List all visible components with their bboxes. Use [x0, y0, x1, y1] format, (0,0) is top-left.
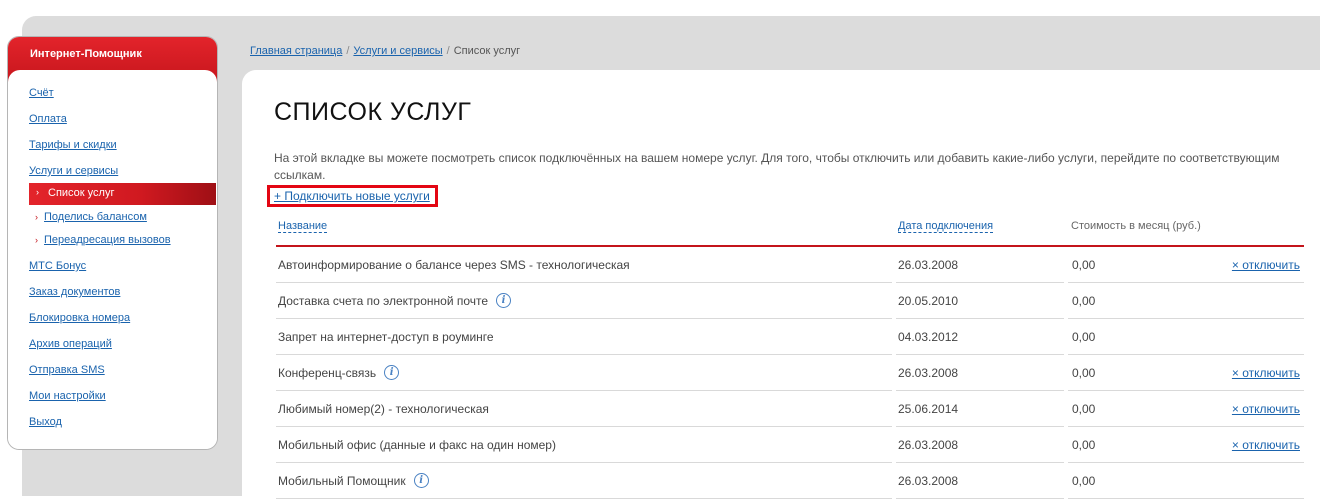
disconnect-link[interactable]: × отключить	[1232, 356, 1300, 391]
table-row: Мобильный Помощник i 26.03.2008 0,00	[276, 464, 1304, 500]
breadcrumb-current: Список услуг	[453, 45, 521, 57]
connection-date: 25.06.2014	[896, 392, 1064, 427]
service-name-cell: Мобильный Помощник i	[276, 464, 892, 499]
monthly-cost-cell: 0,00 × отключить	[1068, 428, 1304, 463]
connection-date: 26.03.2008	[896, 356, 1064, 391]
sidebar-item-service-list[interactable]: › Список услуг	[29, 183, 216, 205]
service-name: Доставка счета по электронной почте	[278, 294, 489, 308]
breadcrumb: Главная страница / Услуги и сервисы / Список…	[250, 45, 520, 57]
service-name: Конференц-связь	[278, 366, 377, 380]
breadcrumb-home[interactable]: Главная страница	[250, 45, 342, 57]
monthly-cost-cell: 0,00 × отключить	[1068, 356, 1304, 391]
connection-date: 20.05.2010	[896, 284, 1064, 319]
sidebar-item-my-settings[interactable]: Мои настройки	[29, 390, 106, 402]
monthly-cost: 0,00	[1072, 366, 1096, 380]
monthly-cost: 0,00	[1072, 294, 1096, 308]
service-name-cell: Конференц-связь i	[276, 356, 892, 391]
arrow-right-icon: ›	[35, 212, 38, 222]
info-icon[interactable]: i	[413, 473, 429, 489]
sidebar-menu: Счёт Оплата Тарифы и скидки Услуги и сер…	[8, 70, 217, 449]
monthly-cost: 0,00	[1072, 474, 1096, 488]
breadcrumb-separator: /	[346, 45, 350, 57]
table-row: Конференц-связь i 26.03.2008 0,00 × отключит…	[276, 356, 1304, 392]
service-name-cell: Доставка счета по электронной почте i	[276, 284, 892, 319]
sidebar-item-call-forwarding[interactable]: › Переадресация вызовов	[35, 234, 171, 246]
sidebar-item-logout[interactable]: Выход	[29, 416, 62, 428]
main-panel: СПИСОК УСЛУГ На этой вкладке вы можете п…	[242, 70, 1320, 499]
sidebar-item-payment[interactable]: Оплата	[29, 113, 67, 125]
add-services-link[interactable]: + Подключить новые услуги	[274, 189, 430, 203]
connection-date: 04.03.2012	[896, 320, 1064, 355]
column-header-cost: Стоимость в месяц (руб.)	[1071, 220, 1201, 232]
monthly-cost-cell: 0,00	[1068, 284, 1304, 319]
table-row: Мобильный офис (данные и факс на один но…	[276, 428, 1304, 464]
column-header-name[interactable]: Название	[278, 220, 328, 233]
breadcrumb-services[interactable]: Услуги и сервисы	[353, 45, 442, 57]
sidebar-title: Интернет-Помощник	[30, 48, 142, 60]
monthly-cost-cell: 0,00	[1068, 320, 1304, 355]
table-row: Доставка счета по электронной почте i 20.0…	[276, 284, 1304, 320]
monthly-cost: 0,00	[1072, 402, 1096, 416]
service-name: Запрет на интернет-доступ в роуминге	[278, 330, 494, 344]
info-icon[interactable]: i	[496, 293, 512, 309]
sidebar-item-label: Поделись балансом	[44, 211, 147, 223]
service-name: Мобильный Помощник	[278, 474, 406, 488]
column-header-date[interactable]: Дата подключения	[898, 220, 994, 233]
monthly-cost: 0,00	[1072, 258, 1096, 272]
disconnect-link[interactable]: × отключить	[1232, 248, 1300, 283]
connection-date: 26.03.2008	[896, 428, 1064, 463]
sidebar-item-send-sms[interactable]: Отправка SMS	[29, 364, 105, 376]
disconnect-link[interactable]: × отключить	[1232, 392, 1300, 427]
sidebar-item-operations-archive[interactable]: Архив операций	[29, 338, 112, 350]
table-row: Любимый номер(2) - технологическая 25.06.…	[276, 392, 1304, 428]
sidebar: Интернет-Помощник Счёт Оплата Тарифы и с…	[7, 36, 218, 450]
table-header-divider	[276, 245, 1304, 247]
monthly-cost: 0,00	[1072, 330, 1096, 344]
sidebar-item-services[interactable]: Услуги и сервисы	[29, 165, 118, 177]
sidebar-item-block-number[interactable]: Блокировка номера	[29, 312, 130, 324]
service-name-cell: Автоинформирование о балансе через SMS -…	[276, 248, 892, 283]
monthly-cost-cell: 0,00	[1068, 464, 1304, 499]
arrow-right-icon: ›	[36, 187, 39, 197]
monthly-cost-cell: 0,00 × отключить	[1068, 392, 1304, 427]
sidebar-item-share-balance[interactable]: › Поделись балансом	[35, 211, 147, 223]
sidebar-item-order-documents[interactable]: Заказ документов	[29, 286, 120, 298]
table-row: Запрет на интернет-доступ в роуминге 04.0…	[276, 320, 1304, 356]
service-name-cell: Любимый номер(2) - технологическая	[276, 392, 892, 427]
breadcrumb-separator: /	[446, 45, 450, 57]
monthly-cost-cell: 0,00 × отключить	[1068, 248, 1304, 283]
page-title: СПИСОК УСЛУГ	[274, 98, 472, 126]
sidebar-item-account[interactable]: Счёт	[29, 87, 54, 99]
service-name: Мобильный офис (данные и факс на один но…	[278, 438, 556, 452]
service-name: Автоинформирование о балансе через SMS -…	[278, 258, 630, 272]
sidebar-item-label: Список услуг	[48, 187, 115, 199]
connection-date: 26.03.2008	[896, 464, 1064, 499]
service-name: Любимый номер(2) - технологическая	[278, 402, 489, 416]
monthly-cost: 0,00	[1072, 438, 1096, 452]
table-row: Автоинформирование о балансе через SMS -…	[276, 248, 1304, 284]
service-name-cell: Запрет на интернет-доступ в роуминге	[276, 320, 892, 355]
disconnect-link[interactable]: × отключить	[1232, 428, 1300, 463]
connection-date: 26.03.2008	[896, 248, 1064, 283]
service-name-cell: Мобильный офис (данные и факс на один но…	[276, 428, 892, 463]
sidebar-item-mts-bonus[interactable]: МТС Бонус	[29, 260, 86, 272]
sidebar-item-tariffs[interactable]: Тарифы и скидки	[29, 139, 117, 151]
sidebar-item-label: Переадресация вызовов	[44, 234, 171, 246]
intro-text: На этой вкладке вы можете посмотреть спи…	[274, 151, 1280, 182]
arrow-right-icon: ›	[35, 235, 38, 245]
info-icon[interactable]: i	[384, 365, 400, 381]
